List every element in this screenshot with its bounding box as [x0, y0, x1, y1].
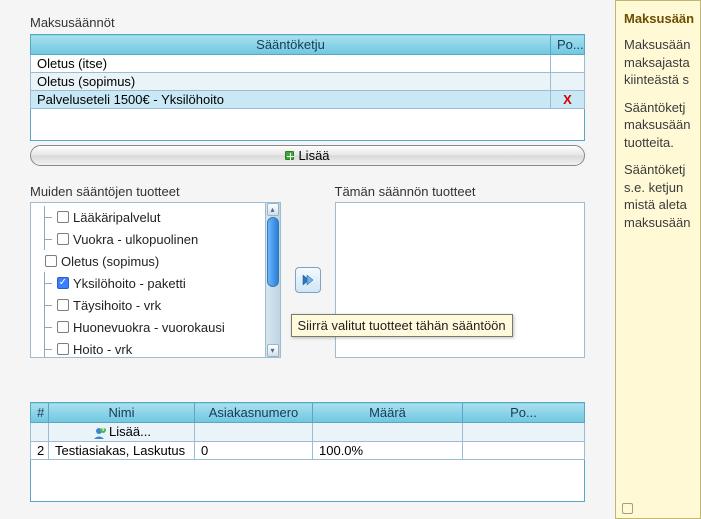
- move-products-button[interactable]: [295, 267, 321, 293]
- payer-cust-cell: 0: [195, 441, 313, 459]
- payer-header-idx: #: [31, 403, 49, 423]
- payer-del-cell: [463, 441, 585, 459]
- add-payer-label: Lisää...: [109, 424, 151, 439]
- payer-table[interactable]: # Nimi Asiakasnumero Määrä Po... +Lisää.…: [30, 402, 585, 460]
- payer-name-cell: Testiasiakas, Laskutus: [49, 441, 195, 459]
- scroll-thumb[interactable]: [267, 217, 279, 287]
- rule-name-cell: Oletus (sopimus): [31, 73, 551, 91]
- add-rule-button[interactable]: Lisää: [30, 145, 585, 166]
- help-panel: Maksusään Maksusään maksajasta kiinteäst…: [615, 0, 701, 519]
- payer-header-del: Po...: [463, 403, 585, 423]
- checkbox[interactable]: [57, 277, 69, 289]
- checkbox[interactable]: [57, 233, 69, 245]
- tree-item[interactable]: Yksilöhoito - paketti: [35, 272, 276, 294]
- scroll-down-icon[interactable]: ▾: [267, 344, 279, 357]
- tree-line-icon: [35, 316, 53, 338]
- svg-text:+: +: [99, 426, 106, 435]
- add-person-icon: +: [92, 426, 106, 440]
- tree-item-label: Yksilöhoito - paketti: [73, 276, 186, 291]
- rule-delete-cell: [551, 73, 585, 91]
- rule-name-cell: Palveluseteli 1500€ - Yksilöhoito: [31, 91, 551, 109]
- payer-cust-cell: [195, 423, 313, 442]
- payer-idx-cell: [31, 423, 49, 442]
- tree-item-label: Hoito - vrk: [73, 342, 132, 357]
- tree-item[interactable]: Täysihoito - vrk: [35, 294, 276, 316]
- tree-item[interactable]: Hoito - vrk: [35, 338, 276, 358]
- payer-header-name: Nimi: [49, 403, 195, 423]
- other-rules-products-tree[interactable]: Lääkäripalvelut Vuokra - ulkopuolinen Olet…: [30, 202, 281, 358]
- resize-grip-icon[interactable]: [622, 503, 633, 514]
- payer-table-empty-area: [30, 460, 585, 502]
- arrow-right-icon: [300, 272, 316, 288]
- payer-amt-cell: [313, 423, 463, 442]
- tree-item-label: Vuokra - ulkopuolinen: [73, 232, 198, 247]
- tree-line-icon: [35, 338, 53, 358]
- checkbox[interactable]: [57, 321, 69, 333]
- help-paragraph: Sääntöketj s.e. ketjun mistä aleta maksu…: [624, 161, 692, 231]
- help-paragraph: Sääntöketj maksusään tuotteita.: [624, 99, 692, 152]
- other-rules-products-title: Muiden sääntöjen tuotteet: [30, 184, 281, 199]
- tree-item-label: Lääkäripalvelut: [73, 210, 160, 225]
- tree-item-label: Huonevuokra - vuorokausi: [73, 320, 225, 335]
- tree-item[interactable]: Vuokra - ulkopuolinen: [35, 228, 276, 250]
- delete-x-icon[interactable]: X: [557, 92, 578, 107]
- rule-delete-cell: [551, 55, 585, 73]
- payer-row[interactable]: +Lisää...: [31, 423, 585, 442]
- payer-del-cell: [463, 423, 585, 442]
- rule-row[interactable]: Oletus (itse): [31, 55, 585, 73]
- payer-idx-cell: 2: [31, 441, 49, 459]
- rule-chain-table[interactable]: Sääntöketju Po... Oletus (itse)Oletus (s…: [30, 34, 585, 109]
- scrollbar[interactable]: ▴ ▾: [265, 203, 280, 357]
- help-title: Maksusään: [624, 11, 692, 26]
- tree-item-label: Oletus (sopimus): [61, 254, 159, 269]
- payer-amt-cell: 100.0%: [313, 441, 463, 459]
- tree-item[interactable]: Lääkäripalvelut: [35, 206, 276, 228]
- rule-row[interactable]: Palveluseteli 1500€ - Yksilöhoito X: [31, 91, 585, 109]
- help-paragraph: Maksusään maksajasta kiinteästä s: [624, 36, 692, 89]
- payer-header-cust: Asiakasnumero: [195, 403, 313, 423]
- page-title: Maksusäännöt: [30, 15, 585, 30]
- this-rule-products-title: Tämän säännön tuotteet: [335, 184, 586, 199]
- tree-line-icon: [35, 272, 53, 294]
- rule-header-delete: Po...: [551, 35, 585, 55]
- checkbox[interactable]: [57, 343, 69, 355]
- tree-line-icon: [35, 228, 53, 250]
- checkbox[interactable]: [57, 299, 69, 311]
- rule-header-name: Sääntöketju: [31, 35, 551, 55]
- rule-delete-cell[interactable]: X: [551, 91, 585, 109]
- tree-item[interactable]: Huonevuokra - vuorokausi: [35, 316, 276, 338]
- rule-name-cell: Oletus (itse): [31, 55, 551, 73]
- rule-row[interactable]: Oletus (sopimus): [31, 73, 585, 91]
- scroll-up-icon[interactable]: ▴: [267, 203, 279, 216]
- rule-table-empty-area: [30, 109, 585, 141]
- checkbox[interactable]: [57, 211, 69, 223]
- tree-line-icon: [35, 294, 53, 316]
- add-rule-label: Lisää: [298, 148, 329, 163]
- tree-item[interactable]: Oletus (sopimus): [35, 250, 276, 272]
- payer-row[interactable]: 2Testiasiakas, Laskutus0100.0%: [31, 441, 585, 459]
- checkbox[interactable]: [45, 255, 57, 267]
- payer-header-amt: Määrä: [313, 403, 463, 423]
- move-products-tooltip: Siirrä valitut tuotteet tähän sääntöön: [291, 314, 513, 337]
- tree-item-label: Täysihoito - vrk: [73, 298, 161, 313]
- plus-icon: [285, 151, 294, 160]
- payer-name-cell[interactable]: +Lisää...: [49, 423, 195, 442]
- tree-line-icon: [35, 206, 53, 228]
